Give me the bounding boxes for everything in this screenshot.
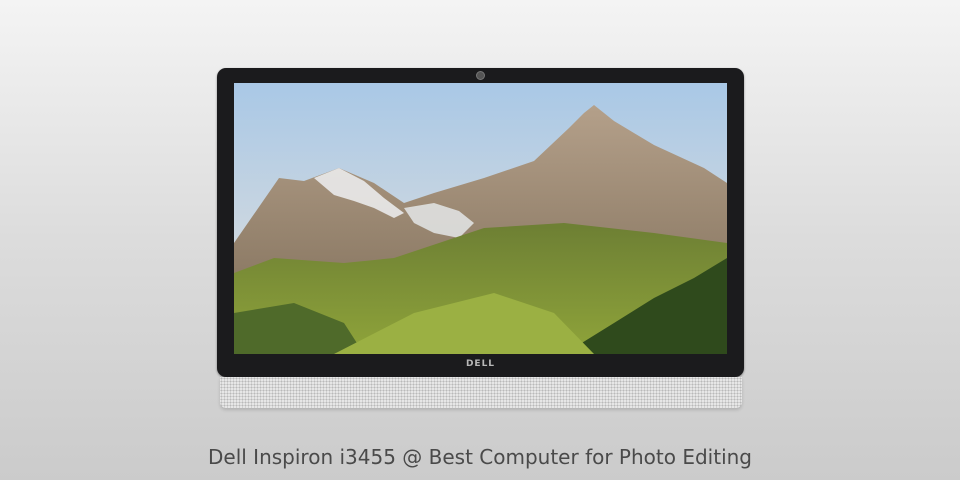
image-caption: Dell Inspiron i3455 @ Best Computer for … xyxy=(208,445,752,469)
speaker-grille xyxy=(220,377,742,408)
webcam-icon xyxy=(476,71,485,80)
dell-logo: DELL xyxy=(465,359,496,369)
monitor-screen-mountain-image xyxy=(234,83,727,354)
monitor-bezel: DELL xyxy=(217,68,744,377)
